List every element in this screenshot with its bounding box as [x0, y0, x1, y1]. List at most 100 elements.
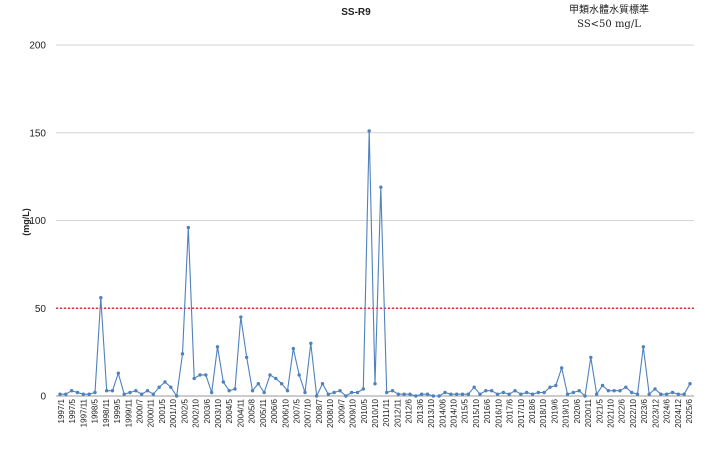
data-point: [629, 390, 634, 395]
data-point: [122, 392, 126, 396]
x-tick-label: 2007/5: [293, 398, 302, 423]
data-point: [139, 392, 144, 396]
x-tick-label: 2019/10: [562, 398, 571, 427]
data-point: [279, 382, 284, 386]
data-point: [145, 389, 150, 393]
chart-title: SS-R9: [341, 7, 371, 18]
x-tick-labels: 1997/1 1997/5 1997/11 1998/5 1998/11 1999/5 19…: [57, 398, 694, 427]
data-point: [600, 383, 605, 388]
data-point: [641, 345, 646, 349]
y-axis-label: (mg/L): [21, 208, 31, 236]
data-point: [344, 394, 348, 398]
x-tick-label: 2013/6: [416, 398, 425, 423]
data-point: [326, 392, 331, 396]
x-tick-label: 2004/5: [225, 398, 234, 423]
x-tick-label: 2004/11: [236, 398, 245, 427]
data-point: [297, 373, 301, 377]
data-point: [519, 392, 523, 396]
data-point: [431, 394, 436, 398]
data-point: [285, 389, 290, 393]
data-point: [472, 385, 476, 389]
data-point: [402, 392, 406, 396]
x-tick-label: 2017/6: [506, 398, 515, 423]
data-point: [536, 390, 541, 395]
data-point: [338, 389, 342, 393]
data-point: [186, 225, 191, 230]
x-tick-label: 2020/6: [573, 398, 582, 423]
x-tick-label: 2013/10: [427, 398, 436, 427]
data-point: [583, 394, 587, 398]
x-tick-label: 2016/6: [483, 398, 492, 423]
x-tick-label: 2018/10: [539, 398, 548, 427]
gridlines: [56, 44, 694, 309]
x-tick-label: 2022/10: [629, 398, 638, 427]
data-point: [414, 394, 418, 398]
x-tick-label: 2023/12: [651, 398, 660, 427]
data-point: [58, 392, 62, 396]
data-point: [361, 387, 366, 391]
data-point: [606, 389, 611, 393]
data-point: [320, 382, 325, 386]
data-point: [682, 392, 686, 396]
data-point: [134, 389, 138, 393]
data-point: [314, 394, 319, 398]
x-tick-label: 2014/10: [450, 398, 459, 427]
x-tick-label: 2010/5: [360, 398, 369, 423]
x-tick-label: 2023/6: [640, 398, 649, 423]
x-tick-label: 2022/6: [618, 398, 627, 423]
y-tick-label: 50: [35, 304, 47, 315]
data-point: [209, 390, 214, 395]
data-point: [75, 390, 80, 395]
x-tick-label: 2005/11: [259, 398, 268, 427]
x-tick-label: 2015/5: [461, 398, 470, 423]
x-tick-label: 2021/5: [595, 398, 604, 423]
x-tick-label: 2018/6: [528, 398, 537, 423]
data-point: [169, 385, 173, 389]
data-point: [524, 390, 529, 395]
x-tick-label: 2011/11: [382, 398, 391, 426]
data-point: [250, 389, 255, 393]
x-tick-label: 1998/11: [102, 398, 111, 427]
data-point: [548, 385, 552, 389]
data-point: [274, 376, 278, 381]
data-point: [227, 389, 231, 393]
x-tick-label: 2002/10: [192, 398, 201, 427]
data-point: [128, 390, 132, 395]
x-tick-label: 2010/10: [371, 398, 380, 427]
x-tick-label: 2007/10: [304, 398, 313, 427]
data-point: [215, 345, 220, 349]
x-tick-label: 2000/7: [136, 398, 145, 423]
data-point: [192, 376, 196, 381]
data-point: [151, 392, 156, 396]
data-point: [495, 392, 500, 396]
data-point: [64, 392, 68, 396]
data-point: [104, 389, 109, 393]
data-point: [262, 390, 266, 395]
x-tick-label: 2003/6: [203, 398, 212, 423]
x-tick-label: 1999/11: [124, 398, 133, 427]
x-tick-label: 2017/10: [517, 398, 526, 427]
data-point: [507, 392, 511, 396]
data-point: [233, 387, 237, 391]
data-point: [355, 390, 360, 395]
data-point: [69, 389, 74, 393]
data-point: [390, 389, 395, 393]
x-tick-label: 2009/7: [337, 398, 346, 423]
x-tick-label: 2025/6: [685, 398, 694, 423]
x-tick-label: 2002/5: [180, 398, 189, 423]
data-point: [349, 390, 354, 395]
data-point: [256, 382, 261, 386]
x-tick-label: 2001/5: [158, 398, 167, 423]
data-point: [443, 390, 447, 395]
x-tick-label: 2016/10: [494, 398, 503, 427]
data-point: [478, 392, 482, 396]
x-tick-label: 1999/5: [113, 398, 122, 423]
data-point: [460, 392, 465, 396]
data-point: [659, 392, 663, 396]
standard-note-line1: 甲類水體水質標準: [569, 3, 649, 16]
data-point: [449, 392, 453, 396]
data-point: [437, 394, 441, 398]
data-point: [174, 394, 179, 398]
x-tick-label: 2009/10: [349, 398, 358, 427]
data-point: [688, 382, 692, 386]
